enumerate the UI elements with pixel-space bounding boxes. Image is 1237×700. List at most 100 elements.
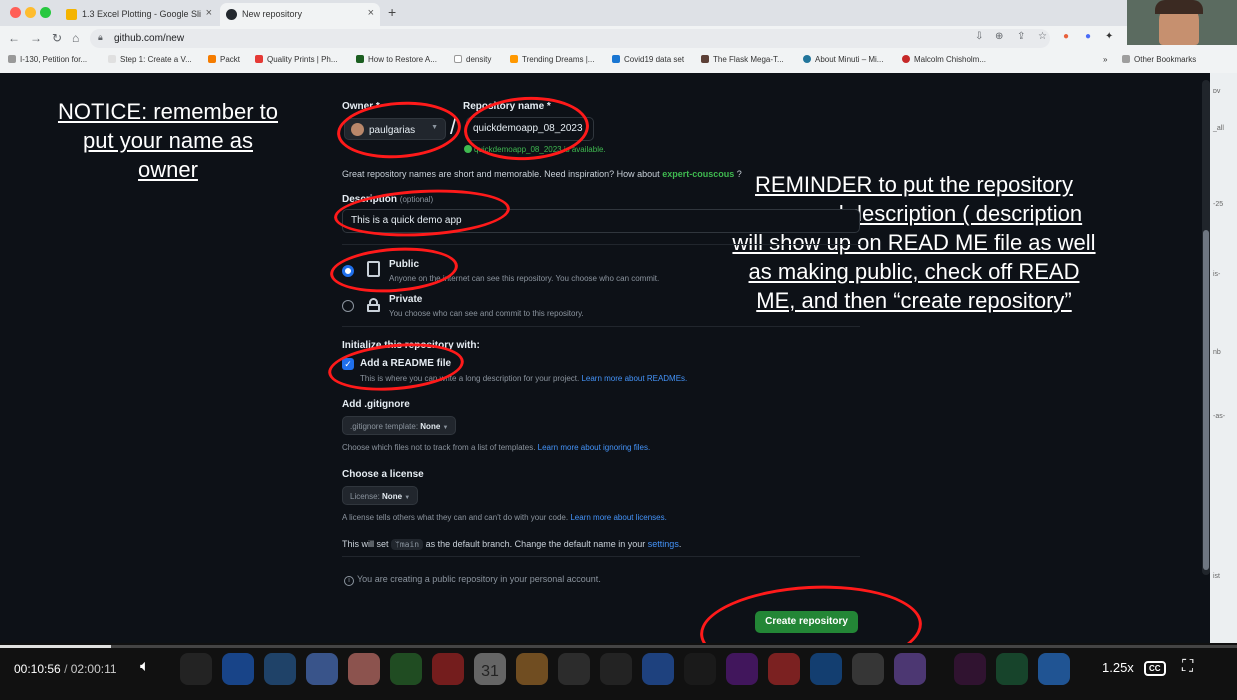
reload-icon[interactable]: ↻ (52, 31, 62, 45)
chevron-down-icon: ▼ (404, 495, 411, 501)
bookmark-item[interactable]: How to Restore A... (356, 55, 437, 64)
calendar-icon: 31 (474, 653, 506, 685)
video-progress-track[interactable] (0, 645, 1237, 648)
install-icon[interactable]: ⇩ (975, 31, 983, 42)
gitignore-learn-more-link[interactable]: Learn more about ignoring files. (538, 443, 651, 452)
right-window-strip: ᴅv _all -25 is- nb -as- ist (1210, 73, 1237, 643)
webcam-overlay (1127, 0, 1237, 45)
divider (342, 556, 860, 557)
bookmark-item[interactable]: Covid19 data set (612, 55, 684, 64)
gitignore-label: Add .gitignore (342, 399, 410, 410)
video-time: 00:10:56 / 02:00:11 (14, 662, 117, 676)
tab-google-slides[interactable]: 1.3 Excel Plotting - Google Sli × (60, 3, 218, 26)
terminal-icon (180, 653, 212, 685)
other-bookmarks[interactable]: Other Bookmarks (1122, 55, 1196, 64)
tab-bar: 1.3 Excel Plotting - Google Sli × New re… (0, 0, 1237, 26)
gitignore-description: Choose which files not to track from a l… (342, 443, 651, 452)
bookmark-icon (8, 55, 16, 63)
readme-learn-more-link[interactable]: Learn more about READMEs. (581, 374, 687, 383)
app-icon (642, 653, 674, 685)
license-label: Choose a license (342, 469, 424, 480)
forward-icon[interactable]: → (30, 31, 42, 45)
name-hint: Great repository names are short and mem… (342, 169, 742, 179)
packt-icon (208, 55, 216, 63)
maximize-window-icon[interactable] (40, 7, 51, 18)
dock: 31 (160, 650, 1080, 690)
private-radio[interactable] (342, 300, 354, 312)
slides-icon (66, 9, 77, 20)
url-text: github.com/new (114, 33, 185, 44)
bookmark-icon (612, 55, 620, 63)
app-icon (768, 653, 800, 685)
minimize-window-icon[interactable] (25, 7, 36, 18)
info-icon: i (344, 576, 354, 586)
fullscreen-icon[interactable]: ⛶ (1182, 658, 1193, 676)
close-tab-icon[interactable]: × (368, 7, 374, 19)
bookmark-item[interactable]: Trending Dreams |... (510, 55, 594, 64)
slack-icon (954, 653, 986, 685)
extension-icon[interactable]: ✦ (1105, 31, 1113, 42)
bookmark-icon (255, 55, 263, 63)
captions-button[interactable]: CC (1144, 661, 1166, 676)
vscode-icon (222, 653, 254, 685)
address-bar[interactable]: 🔒︎ github.com/new (90, 29, 1050, 48)
star-icon[interactable]: ☆ (1038, 31, 1047, 42)
mail-icon (306, 653, 338, 685)
public-info: i You are creating a public repository in… (344, 574, 601, 586)
branch-badge: ᛘmain (391, 539, 424, 550)
bookmark-item[interactable]: Step 1: Create a V... (108, 55, 192, 64)
bookmark-icon (701, 55, 709, 63)
divider (342, 244, 860, 245)
bookmark-item[interactable]: Quality Prints | Ph... (255, 55, 338, 64)
check-circle-icon (464, 145, 472, 153)
home-icon[interactable]: ⌂ (72, 31, 79, 45)
default-branch-note: This will set ᛘmain as the default branc… (342, 539, 682, 550)
bookmark-icon (108, 55, 116, 63)
zoom-icon[interactable]: ⊕ (995, 31, 1003, 42)
chevron-down-icon: ▼ (442, 425, 449, 431)
wikipedia-icon (454, 55, 462, 63)
browser-chrome: 1.3 Excel Plotting - Google Sli × New re… (0, 0, 1237, 73)
podcasts-icon (726, 653, 758, 685)
bookmark-item[interactable]: About Minuti – Mi... (803, 55, 883, 64)
more-bookmarks-icon[interactable]: » (1103, 55, 1107, 64)
tab-new-repository[interactable]: New repository × (220, 3, 380, 26)
folder-icon (1122, 55, 1130, 63)
app-icon (264, 653, 296, 685)
scrollbar-thumb[interactable] (1203, 230, 1209, 570)
zoom-icon (1038, 653, 1070, 685)
bookmark-item[interactable]: I-130, Petition for... (8, 55, 87, 64)
settings-link[interactable]: settings (648, 539, 679, 549)
excel-icon (996, 653, 1028, 685)
bookmark-icon (356, 55, 364, 63)
bookmark-item[interactable]: Malcolm Chisholm... (902, 55, 986, 64)
bookmark-item[interactable]: The Flask Mega-T... (701, 55, 784, 64)
extension-icon[interactable]: ● (1063, 31, 1069, 42)
private-description: You choose who can see and commit to thi… (389, 309, 584, 318)
wordpress-icon (803, 55, 811, 63)
lock-icon: 🔒︎ (98, 32, 103, 42)
volume-icon[interactable]: 🔈︎ (140, 658, 150, 676)
playback-speed-button[interactable]: 1.25x (1102, 660, 1134, 675)
bookmark-item[interactable]: density (454, 55, 491, 64)
back-icon[interactable]: ← (8, 31, 20, 45)
suggestion-link[interactable]: expert-couscous (662, 169, 734, 179)
gitignore-dropdown[interactable]: .gitignore template: None ▼ (342, 416, 457, 435)
settings-icon (852, 653, 884, 685)
app-icon (558, 653, 590, 685)
share-icon[interactable]: ⇪ (1017, 31, 1025, 42)
license-learn-more-link[interactable]: Learn more about licenses. (570, 513, 667, 522)
new-tab-icon[interactable]: + (388, 4, 396, 20)
bookmark-item[interactable]: Packt (208, 55, 240, 64)
license-dropdown[interactable]: License: None ▼ (342, 486, 419, 505)
private-label: Private (389, 294, 423, 305)
divider (342, 326, 860, 327)
bookmark-icon (510, 55, 518, 63)
repository-reminder-note: REMINDER to put the repository name and … (732, 172, 1096, 313)
close-tab-icon[interactable]: × (206, 7, 212, 19)
license-description: A license tells others what they can and… (342, 513, 667, 522)
extension-icon[interactable]: ● (1085, 31, 1091, 42)
close-window-icon[interactable] (10, 7, 21, 18)
app-icon (516, 653, 548, 685)
presenter-hair (1155, 0, 1203, 14)
